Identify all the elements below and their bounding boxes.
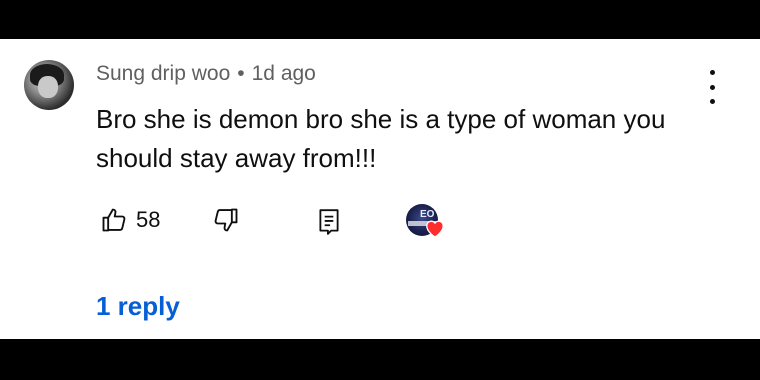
like-count: 58 <box>136 207 161 232</box>
comment-meta: Sung drip woo • 1d ago <box>96 62 316 86</box>
comment-actions: 58 EO <box>96 204 496 240</box>
comment-text: Bro she is demon bro she is a type of wo… <box>96 104 666 173</box>
heart-icon <box>426 220 444 238</box>
author-avatar[interactable] <box>24 60 74 110</box>
comment-age: 1d ago <box>251 62 316 85</box>
like-button[interactable]: 58 <box>100 206 160 234</box>
creator-heart-badge: EO <box>406 204 450 244</box>
thumb-down-icon <box>214 208 238 232</box>
meta-separator: • <box>237 62 245 85</box>
reply-button[interactable] <box>316 208 342 241</box>
menu-dot <box>709 70 715 75</box>
thumb-up-icon <box>102 208 126 232</box>
more-vert-icon[interactable] <box>700 70 724 104</box>
dislike-button[interactable] <box>212 206 240 239</box>
view-replies-button[interactable]: 1 reply <box>96 291 180 322</box>
menu-dot <box>709 84 715 90</box>
menu-dot <box>709 99 715 104</box>
avatar-face <box>38 76 58 98</box>
comment-icon <box>319 209 339 235</box>
author-name[interactable]: Sung drip woo <box>96 62 230 85</box>
